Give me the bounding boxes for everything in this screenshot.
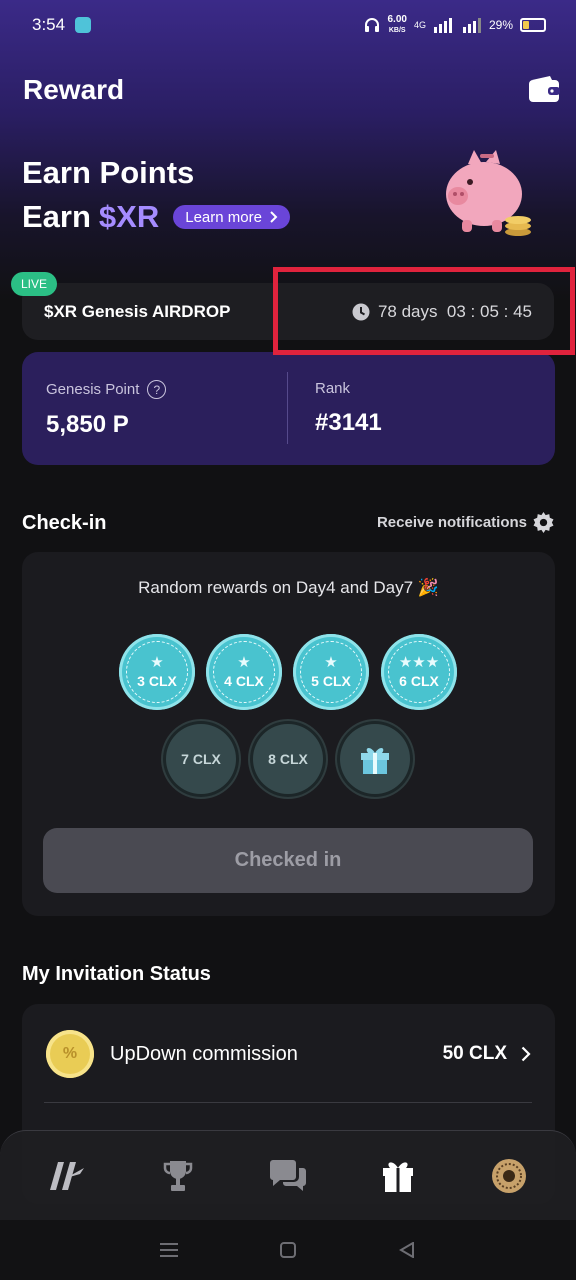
home-logo-icon (50, 1161, 85, 1190)
genesis-point-column: Genesis Point ? 5,850 P (46, 380, 167, 439)
learn-more-button[interactable]: Learn more (173, 205, 290, 229)
status-time: 3:54 (32, 15, 66, 34)
airdrop-title: $XR Genesis AIRDROP (44, 301, 231, 321)
updown-commission-label: UpDown commission (110, 1042, 298, 1065)
gift-icon (361, 748, 389, 774)
chevron-right-icon (270, 211, 278, 223)
random-rewards-text: Random rewards on Day4 and Day7 🎉 (138, 578, 439, 597)
star-icon: ★ (150, 654, 164, 671)
day-coin-1: ★ 3 CLX (119, 634, 195, 710)
day-coin-3: ★ 5 CLX (293, 634, 369, 710)
profile-avatar (491, 1158, 526, 1193)
recent-apps-button[interactable] (149, 1230, 189, 1270)
system-navigation-bar (0, 1220, 576, 1280)
back-button[interactable] (387, 1230, 427, 1270)
stars-icon: ★★★ (398, 654, 440, 671)
hero-token: $XR (98, 199, 160, 234)
bottom-navigation (0, 1130, 576, 1220)
status-bar: 3:54 6.00 KB/S 4G 29% (0, 0, 576, 50)
star-icon: ★ (324, 654, 338, 671)
nav-home[interactable] (37, 1146, 97, 1206)
day-coin-5: 7 CLX (163, 721, 239, 797)
rank-label: Rank (315, 380, 351, 397)
battery-percent: 29% (488, 18, 513, 32)
checkin-card: Random rewards on Day4 and Day7 🎉 ★ 3 CL… (22, 552, 555, 916)
day-coin-2: ★ 4 CLX (206, 634, 282, 710)
genesis-point-label: Genesis Point (46, 381, 140, 398)
day-coin-label: 5 CLX (311, 673, 351, 689)
home-button[interactable] (268, 1230, 308, 1270)
trophy-icon (163, 1160, 192, 1191)
menu-icon (160, 1243, 179, 1257)
chat-icon (269, 1159, 306, 1191)
day-coin-label: 4 CLX (224, 673, 264, 689)
updown-commission-row[interactable]: % UpDown commission 50 CLX (22, 1028, 555, 1080)
nav-rewards[interactable] (368, 1146, 428, 1206)
learn-more-label: Learn more (185, 208, 262, 226)
day-coin-7 (337, 721, 413, 797)
hero-earn-text: Earn (22, 199, 91, 234)
gear-icon (533, 512, 554, 533)
page-title: Reward (23, 74, 125, 105)
updown-commission-value: 50 CLX (442, 1043, 507, 1064)
annotation-highlight-box (273, 267, 575, 355)
live-badge: LIVE (11, 272, 58, 296)
day-coin-label: 3 CLX (137, 673, 177, 689)
receive-notifications-label: Receive notifications (376, 514, 527, 531)
rank-value: #3141 (315, 409, 382, 436)
star-icon: ★ (237, 654, 251, 671)
network-type: 4G (413, 20, 426, 30)
nav-chat[interactable] (258, 1146, 318, 1206)
checked-in-button[interactable]: Checked in (43, 828, 533, 893)
percent-coin-icon: % (46, 1030, 94, 1078)
notification-app-icon (75, 17, 92, 33)
receive-notifications-link[interactable]: Receive notifications (377, 512, 554, 533)
invitation-title: My Invitation Status (22, 963, 211, 985)
day-coin-label: 7 CLX (181, 751, 221, 767)
nav-profile[interactable] (479, 1146, 539, 1206)
day-coin-6: 8 CLX (250, 721, 326, 797)
invitation-divider (44, 1102, 532, 1103)
gift-icon (383, 1161, 414, 1192)
chevron-right-icon (521, 1046, 531, 1062)
genesis-point-value: 5,850 P (46, 411, 129, 438)
piggy-bank-illustration (446, 150, 531, 236)
day-coin-label: 8 CLX (268, 751, 308, 767)
day-coin-4: ★★★ 6 CLX (381, 634, 457, 710)
square-icon (279, 1242, 296, 1258)
hero-title-line2: Earn $XR Learn more (22, 199, 290, 235)
points-card: Genesis Point ? 5,850 P Rank #3141 (22, 352, 555, 465)
net-speed: 6.00 KB/S (387, 13, 407, 34)
hero-title-line1: Earn Points (22, 155, 195, 190)
help-icon[interactable]: ? (147, 380, 167, 399)
back-triangle-icon (398, 1242, 414, 1258)
checkin-title: Check-in (22, 512, 107, 534)
headphones-icon (365, 18, 380, 32)
wallet-icon[interactable] (528, 76, 560, 104)
points-divider (287, 372, 288, 444)
day-coin-label: 6 CLX (399, 673, 439, 689)
signal-icon-2 (462, 18, 481, 33)
signal-icon (433, 18, 452, 33)
rank-column: Rank #3141 (315, 380, 382, 437)
nav-leaderboard[interactable] (148, 1146, 208, 1206)
battery-icon (520, 18, 546, 32)
